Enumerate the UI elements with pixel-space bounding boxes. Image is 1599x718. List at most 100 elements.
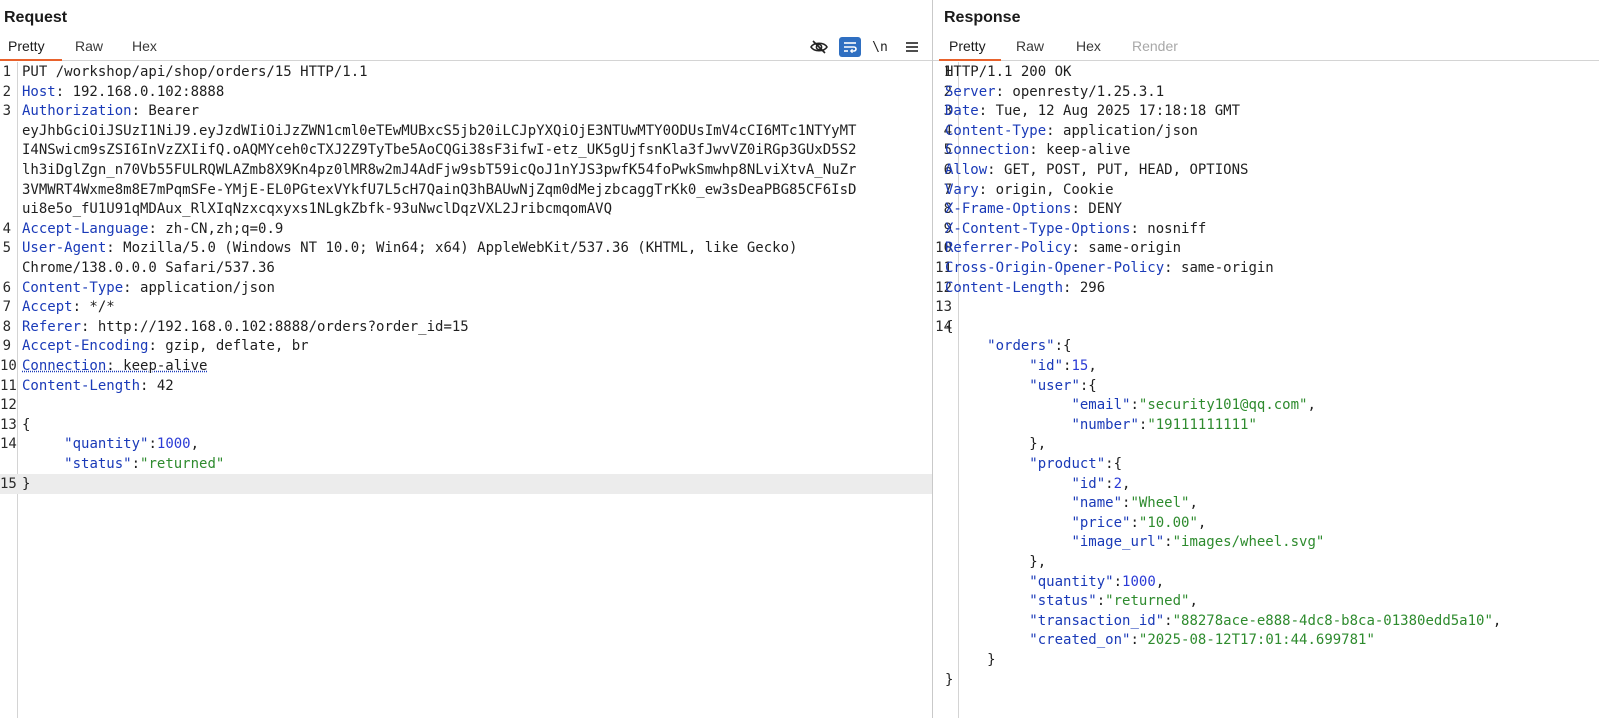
response-tab-raw[interactable]: Raw [1016,38,1044,54]
code-token: "id" [1029,358,1064,374]
code-token: "Wheel" [1130,495,1190,512]
line-content: } [22,474,30,494]
code-token: "image_url" [1071,534,1165,551]
code-token: , [1088,358,1097,374]
code-token: :{ [1079,377,1097,394]
line-content: "transaction_id":"88278ace-e888-4dc8-b8c… [945,611,1501,631]
code-token: : application/json [1046,122,1198,139]
code-token: { [945,318,954,335]
line-number: 6 [2,279,11,296]
code-token: : keep-alive [1029,142,1131,159]
line-number: 9 [2,338,11,355]
code-token: "created_on" [1029,632,1131,649]
response-tab-render[interactable]: Render [1132,38,1178,54]
code-token: : Mozilla/5.0 (Windows NT 10.0; Win64; x… [106,240,798,257]
code-token: : openresty/1.25.3.1 [995,83,1165,100]
request-code-line: lh3iDglZgn_n70Vb55FULRQWLAZmb8X9Kn4pz0lM… [0,160,932,180]
menu-icon[interactable] [901,37,923,57]
code-token: : [148,436,157,453]
code-token: , [1155,573,1165,590]
code-token: : gzip, deflate, br [148,338,309,355]
response-tab-pretty[interactable]: Pretty [949,38,986,54]
code-token: : Tue, 12 Aug 2025 17:18:18 GMT [978,103,1241,120]
code-token: X-Content-Type-Options [945,220,1131,237]
request-tab-hex[interactable]: Hex [132,38,157,54]
line-content: Cross-Origin-Opener-Policy: same-origin [945,258,1274,278]
line-content: "id":2, [945,474,1130,494]
line-content: "quantity":1000, [22,434,199,454]
response-code-line: "status":"returned", [933,591,1599,611]
code-token: : [1096,593,1106,610]
response-tab-hex[interactable]: Hex [1076,38,1101,54]
line-content: Referer: http://192.168.0.102:8888/order… [22,317,469,337]
code-token: "status" [64,456,132,472]
line-content: Accept-Encoding: gzip, deflate, br [22,336,309,356]
line-content: "price":"10.00", [945,513,1206,533]
hide-eye-icon[interactable] [808,37,830,57]
response-code-line: 2 Server: openresty/1.25.3.1 [933,82,1599,102]
request-code-line: 4 Accept-Language: zh-CN,zh;q=0.9 [0,219,932,239]
code-token: "email" [1071,397,1131,414]
response-code-line: "transaction_id":"88278ace-e888-4dc8-b8c… [933,611,1599,631]
response-code-line: }, [933,434,1599,454]
code-token: : [1130,514,1139,531]
response-code-line: "id":2, [933,474,1599,494]
line-content: "image_url":"images/wheel.svg" [945,532,1324,552]
line-content: "id":15, [945,356,1097,376]
line-content: { [22,415,30,435]
line-content: PUT /workshop/api/shop/orders/15 HTTP/1.… [22,62,368,82]
code-token: Connection [22,358,107,374]
line-content: Content-Length: 42 [22,376,174,396]
request-code-line: 12 [0,395,932,415]
line-content: Server: openresty/1.25.3.1 [945,82,1164,102]
response-code-line: "user":{ [933,376,1599,396]
request-code-line: 1 PUT /workshop/api/shop/orders/15 HTTP/1… [0,62,932,82]
code-token: : */* [72,299,115,316]
line-content: X-Content-Type-Options: nosniff [945,219,1206,239]
code-token: Referrer-Policy [945,240,1072,257]
response-editor[interactable]: 1 HTTP/1.1 200 OK 2 Server: openresty/1.25.… [933,62,1599,718]
line-content: "email":"security101@qq.com", [945,395,1315,415]
code-token: Content-Length [945,279,1064,296]
wrap-lines-icon[interactable] [839,37,861,57]
code-token: "transaction_id" [1029,612,1165,629]
line-content: }, [945,434,1046,454]
line-content: } [945,670,953,690]
request-editor[interactable]: 1 PUT /workshop/api/shop/orders/15 HTTP/1… [0,62,932,718]
response-code-line: 7 Vary: origin, Cookie [933,180,1599,200]
code-token: "number" [1071,416,1139,433]
code-token: : 296 [1063,279,1106,296]
request-code-line: ui8e5o_fU1U91qMDAux_RlXIqNzxcqxyxs1NLgkZ… [0,199,932,219]
code-token: : DENY [1071,201,1123,218]
line-content: "orders":{ [945,336,1071,356]
line-content: "product":{ [945,454,1122,474]
newline-icon[interactable]: \n [869,37,891,57]
code-token: Date [945,103,979,120]
line-number: 12 [0,397,17,414]
request-tab-pretty[interactable]: Pretty [8,38,45,54]
code-token: "returned" [140,456,225,472]
code-token: "quantity" [64,436,149,453]
request-code-line: 11 Content-Length: 42 [0,376,932,396]
response-code-line: } [933,650,1599,670]
line-content: }, [945,552,1046,572]
code-token: : Bearer [131,103,200,120]
line-number: 14 [0,436,17,453]
code-token: Server [945,83,996,100]
code-token: : [1105,475,1114,492]
line-content: Accept: */* [22,297,115,317]
response-code-line: } [933,670,1599,690]
code-token: PUT /workshop/api/shop/orders/15 HTTP/1.… [22,64,368,80]
code-token: : [1113,573,1123,590]
code-token: User-Agent [22,240,107,257]
request-tab-raw[interactable]: Raw [75,38,103,54]
code-token: : keep-alive [106,358,208,374]
request-code-line: 8 Referer: http://192.168.0.102:8888/orde… [0,317,932,337]
